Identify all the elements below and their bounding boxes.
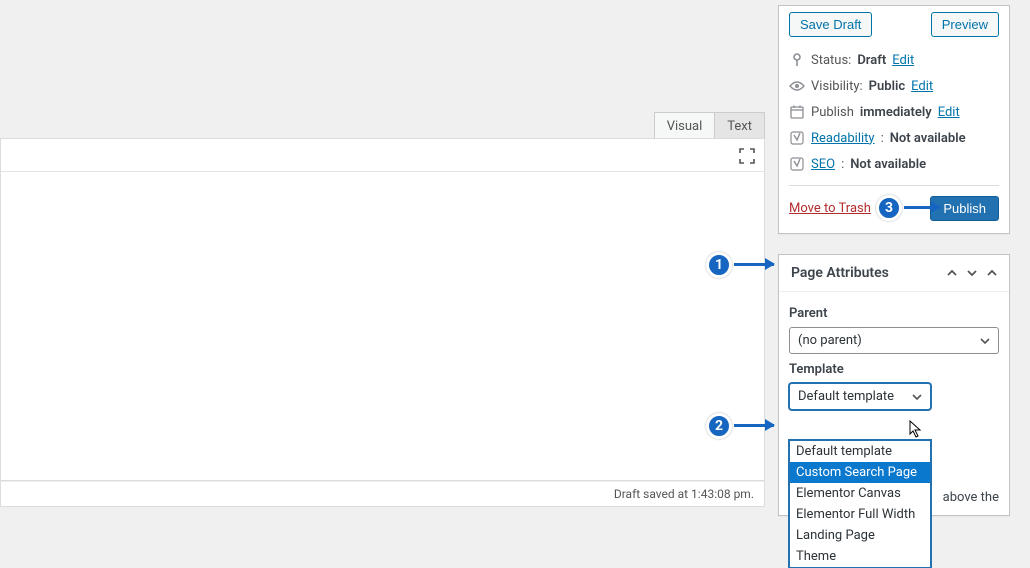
status-row: Status: Draft Edit xyxy=(789,47,999,73)
template-option[interactable]: Landing Page xyxy=(790,525,930,546)
template-option[interactable]: Default template xyxy=(790,441,930,462)
save-draft-button[interactable]: Save Draft xyxy=(789,12,872,37)
chevron-down-icon xyxy=(912,392,922,402)
readability-row: Readability: Not available xyxy=(789,125,999,151)
template-label: Template xyxy=(789,362,999,377)
annotation-arrow-1 xyxy=(734,263,774,266)
seo-value: Not available xyxy=(850,157,926,172)
visibility-value: Public xyxy=(869,79,905,94)
template-dropdown[interactable]: Default templateCustom Search PageElemen… xyxy=(789,440,931,568)
parent-select-value: (no parent) xyxy=(798,333,862,348)
seo-row: SEO: Not available xyxy=(789,151,999,177)
visibility-label: Visibility: xyxy=(811,79,863,94)
annotation-badge-2: 2 xyxy=(706,413,732,439)
editor-title-area xyxy=(0,0,765,138)
annotation-badge-3: 3 xyxy=(876,195,902,221)
yoast-icon xyxy=(789,130,805,146)
calendar-icon xyxy=(789,104,805,120)
help-text-fragment: above the xyxy=(943,490,999,505)
annotation-arrow-2 xyxy=(734,424,774,427)
template-option[interactable]: Theme xyxy=(790,546,930,567)
tab-visual[interactable]: Visual xyxy=(654,112,716,140)
cursor-icon xyxy=(909,420,923,438)
status-label: Status: xyxy=(811,53,851,68)
template-option[interactable]: Elementor Full Width xyxy=(790,504,930,525)
template-option[interactable]: Custom Search Page xyxy=(790,462,930,483)
editor-footer: Draft saved at 1:43:08 pm. xyxy=(0,481,765,507)
fullscreen-icon[interactable] xyxy=(736,145,758,167)
editor-canvas[interactable] xyxy=(0,172,765,481)
status-value: Draft xyxy=(857,53,886,68)
panel-down-icon[interactable] xyxy=(967,268,977,278)
parent-select[interactable]: (no parent) xyxy=(789,327,999,354)
move-to-trash-link[interactable]: Move to Trash xyxy=(789,201,871,216)
editor-sidebar: Save Draft Preview Status: Draft Edit Vi… xyxy=(778,5,1010,536)
seo-link[interactable]: SEO xyxy=(811,157,835,172)
chevron-down-icon xyxy=(980,336,990,346)
parent-label: Parent xyxy=(789,306,999,321)
schedule-row: Publish immediately Edit xyxy=(789,99,999,125)
readability-value: Not available xyxy=(890,131,966,146)
pin-icon xyxy=(789,52,805,68)
editor-mode-tabs: Visual Text xyxy=(654,112,765,140)
annotation-badge-1: 1 xyxy=(706,252,732,278)
page-attributes-metabox: Page Attributes Parent (no parent) Templ… xyxy=(778,254,1010,516)
status-edit-link[interactable]: Edit xyxy=(892,53,914,68)
visibility-row: Visibility: Public Edit xyxy=(789,73,999,99)
tab-text[interactable]: Text xyxy=(715,112,765,140)
yoast-icon xyxy=(789,156,805,172)
draft-save-status: Draft saved at 1:43:08 pm. xyxy=(614,487,754,501)
readability-link[interactable]: Readability xyxy=(811,131,875,146)
panel-toggle-icon[interactable] xyxy=(987,268,997,278)
visibility-edit-link[interactable]: Edit xyxy=(911,79,933,94)
publish-value: immediately xyxy=(860,105,932,120)
template-select-value: Default template xyxy=(798,389,894,404)
preview-button[interactable]: Preview xyxy=(931,12,999,37)
editor-area: Visual Text Draft saved at 1:43:08 pm. xyxy=(0,0,765,519)
template-select[interactable]: Default template xyxy=(789,383,931,410)
annotation-arrow-3 xyxy=(904,206,940,209)
page-attributes-header[interactable]: Page Attributes xyxy=(779,255,1009,292)
panel-up-icon[interactable] xyxy=(947,268,957,278)
page-attributes-title: Page Attributes xyxy=(791,265,889,281)
eye-icon xyxy=(789,78,805,94)
publish-label: Publish xyxy=(811,105,854,120)
publish-edit-link[interactable]: Edit xyxy=(938,105,960,120)
template-option[interactable]: Elementor Canvas xyxy=(790,483,930,504)
editor-toolbar xyxy=(0,138,765,172)
